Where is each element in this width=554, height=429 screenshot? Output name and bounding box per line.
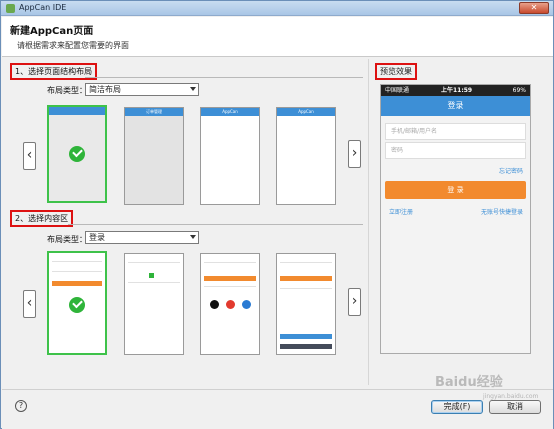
preview-password-input: 密码 [385,142,526,159]
close-button[interactable]: ✕ [519,2,549,14]
section1-prev-button[interactable]: ‹ [23,142,36,170]
thumb-header: AppCan [277,108,335,116]
check-icon [69,297,85,313]
help-icon[interactable]: ? [15,400,27,412]
preview-username-input: 手机/邮箱/用户名 [385,123,526,140]
section1-divider [85,77,363,78]
share-icon [242,300,251,309]
layout-thumb-4[interactable]: AppCan [276,107,336,205]
section1-next-button[interactable]: › [348,140,361,168]
cancel-button[interactable]: 取消 [489,400,541,414]
status-bar: 中国联通 上午11:59 69% [381,85,530,96]
section2-next-button[interactable]: › [348,288,361,316]
chevron-right-icon: › [351,145,358,161]
weibo-icon [226,300,235,309]
vertical-divider [368,59,369,385]
dialog-subtitle: 请根据需求来配置您需要的界面 [17,41,129,50]
check-icon [69,146,85,162]
section2-prev-button[interactable]: ‹ [23,290,36,318]
content-type-select[interactable]: 登录 [85,231,199,244]
dialog-title: 新建AppCan页面 [10,26,94,37]
content-thumb-3[interactable] [200,253,260,355]
content-thumb-2[interactable] [124,253,184,355]
watermark-url: jingyan.baidu.com [483,393,539,400]
phone-preview: 中国联通 上午11:59 69% 登录 手机/邮箱/用户名 密码 忘记密码 登 … [380,84,531,354]
preview-forgot-link: 忘记密码 [499,168,524,175]
window-title: AppCan IDE [19,3,67,12]
baidu-watermark: Baidu经验 [435,375,503,390]
title-bar: AppCan IDE ✕ [1,1,553,16]
checkbox-icon [149,273,154,278]
chevron-down-icon [190,235,196,239]
chevron-left-icon: ‹ [26,295,33,311]
content-thumb-1[interactable] [47,251,107,355]
layout-type-select[interactable]: 简洁布局 [85,83,199,96]
preview-register-link: 立即注册 [389,209,414,216]
chevron-left-icon: ‹ [26,147,33,163]
content-type-value: 登录 [89,233,105,242]
app-icon [6,4,15,13]
dialog-header: 新建AppCan页面 请根据需求来配置您需要的界面 [2,17,553,57]
appcan-ide-window: AppCan IDE ✕ 新建AppCan页面 请根据需求来配置您需要的界面 1… [0,0,554,429]
section2-type-label: 布局类型： [47,235,87,244]
chevron-down-icon [190,87,196,91]
thumb-header: AppCan [201,108,259,116]
section2-divider [68,224,363,225]
preview-nav-title: 登录 [381,96,530,116]
layout-thumb-3[interactable]: AppCan [200,107,260,205]
layout-thumb-1[interactable] [47,105,107,203]
preview-login-button: 登 录 [385,181,526,199]
qq-icon [210,300,219,309]
content-thumb-4[interactable] [276,253,336,355]
preview-quick-login-link: 无账号快捷登录 [481,209,524,216]
layout-thumb-2[interactable]: 订单管理 [124,107,184,205]
thumb-header: 订单管理 [125,108,183,116]
layout-type-value: 简洁布局 [89,85,121,94]
finish-button[interactable]: 完成(F) [431,400,483,414]
thumb-header [49,107,105,115]
section2-label: 2、选择内容区 [10,210,74,227]
section1-type-label: 布局类型： [47,86,87,95]
preview-label: 预览效果 [375,63,417,80]
chevron-right-icon: › [351,293,358,309]
